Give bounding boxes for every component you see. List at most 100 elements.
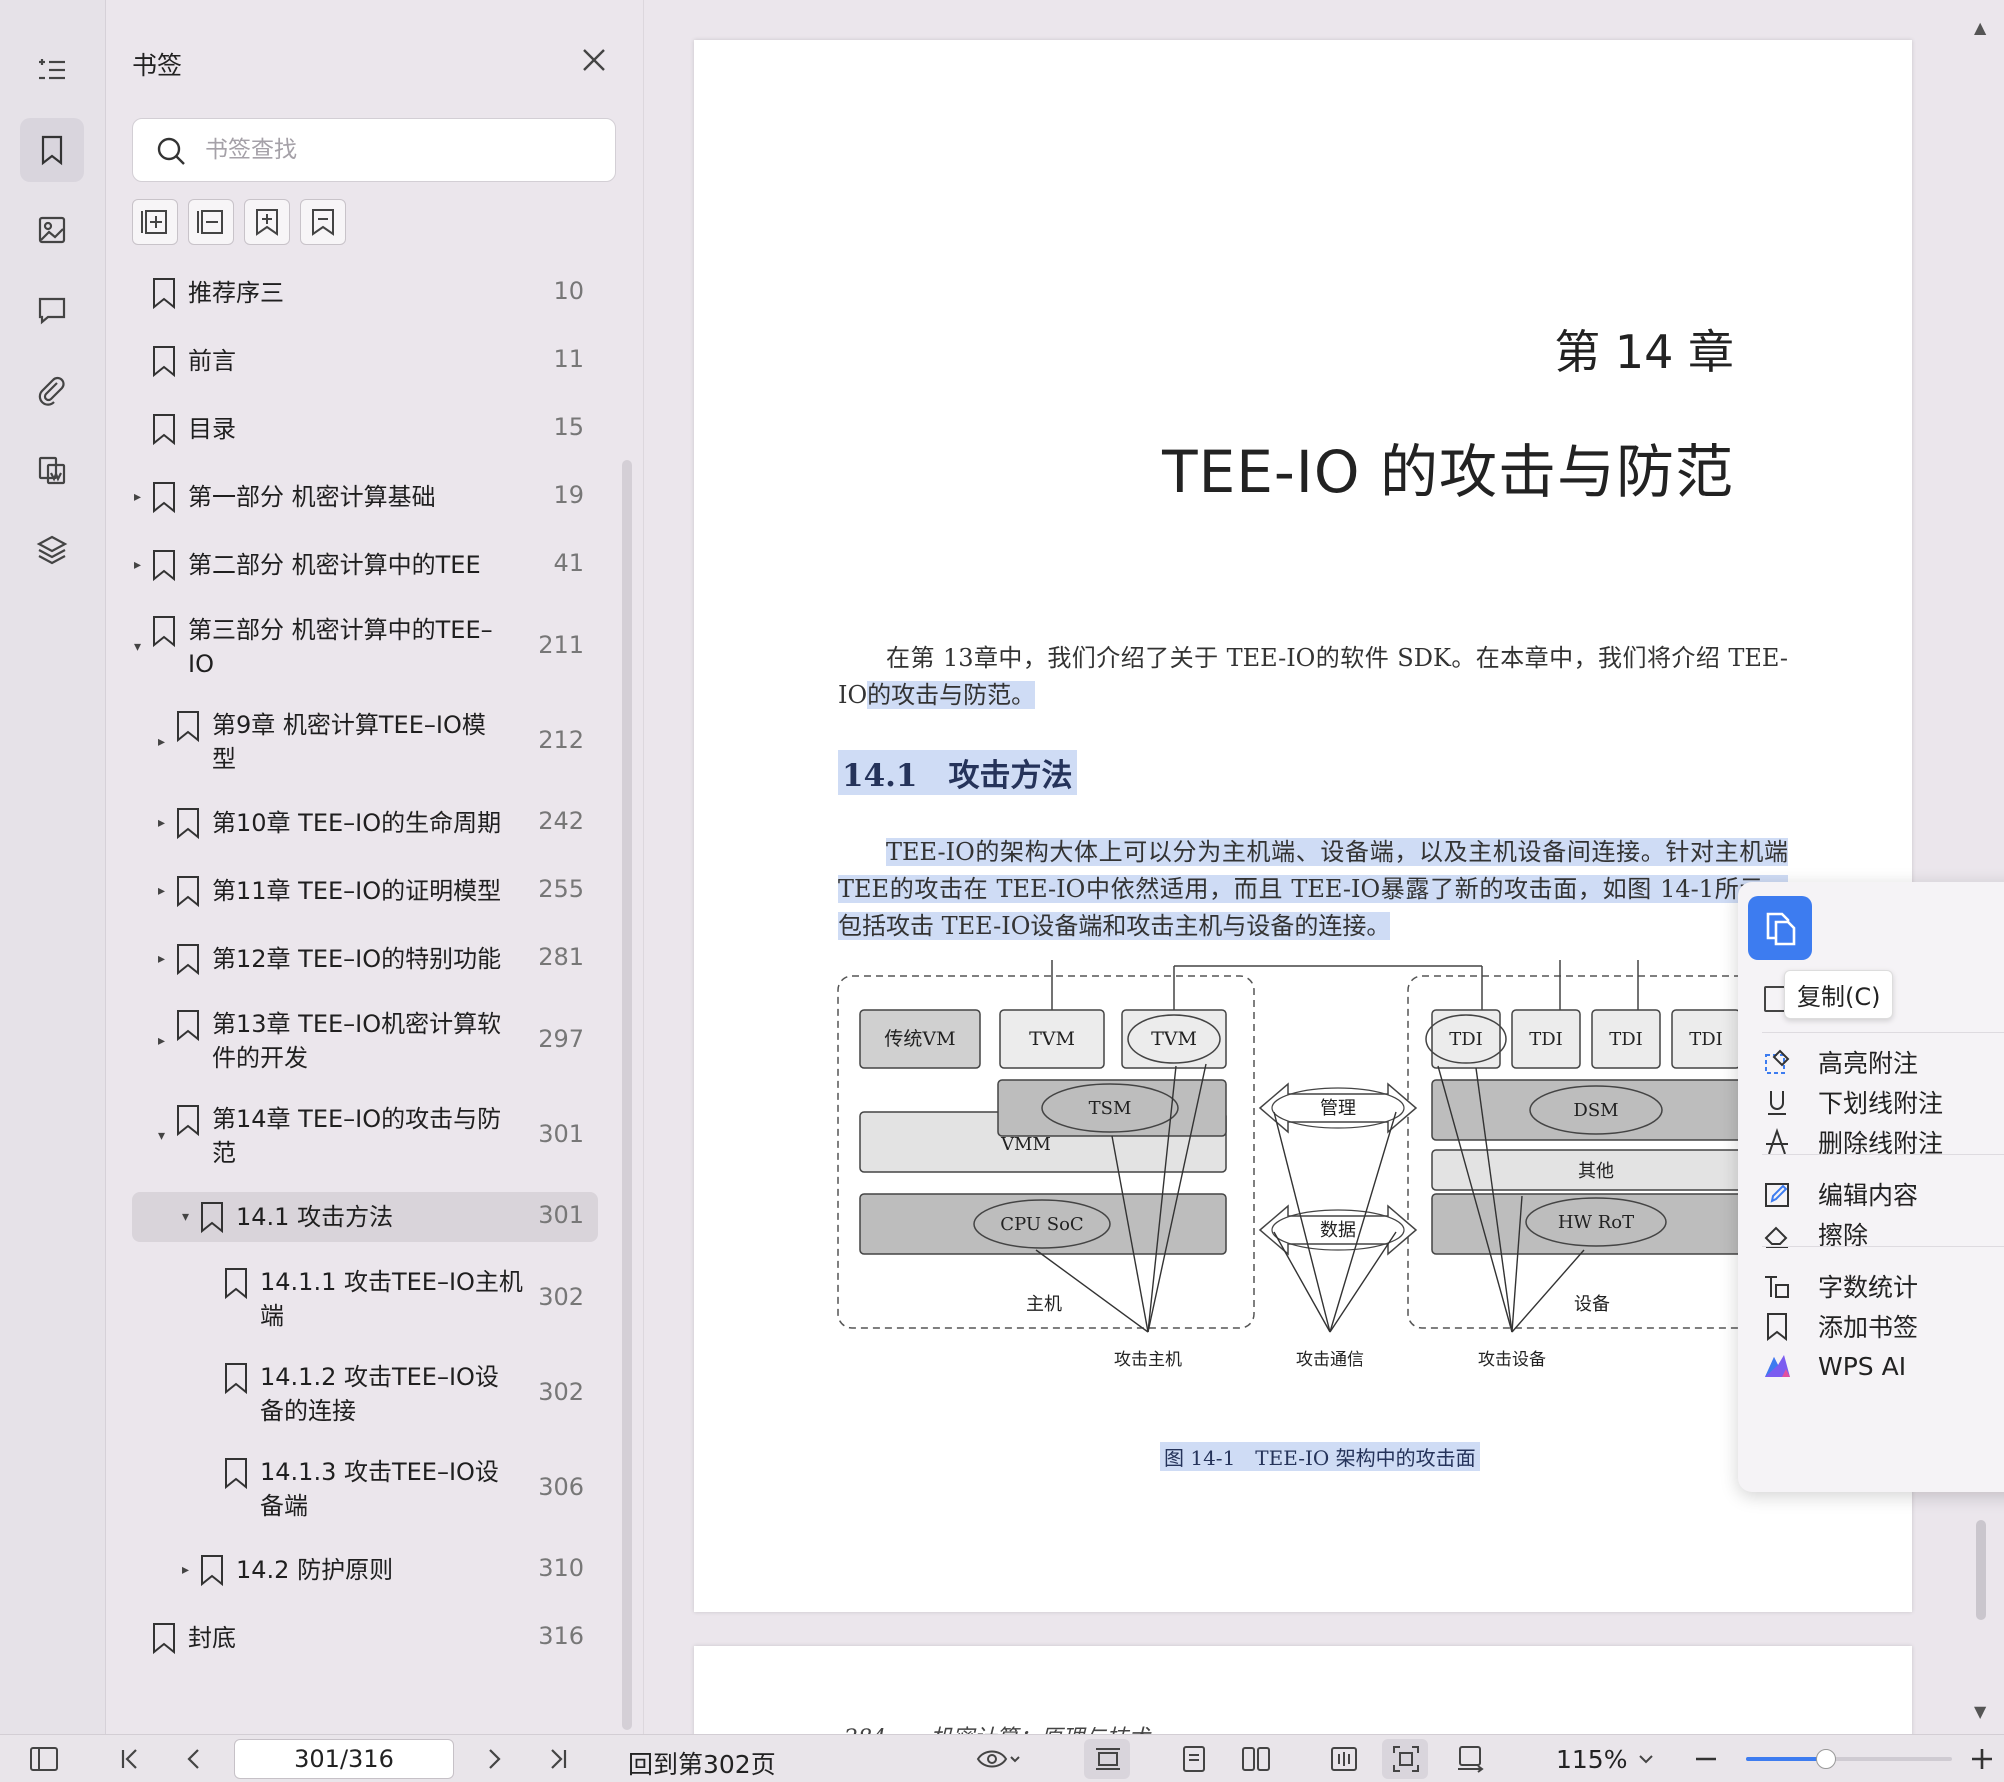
zoom-dropdown-icon[interactable]: [1636, 1743, 1656, 1775]
bookmark-item[interactable]: 14.1.1 攻击TEE–IO主机端 302: [132, 1260, 598, 1338]
copy-button[interactable]: [1748, 896, 1812, 960]
menu-item-strikethrough[interactable]: 删除线附注: [1762, 1120, 2004, 1164]
bookmark-label: 第10章 TEE–IO的生命周期: [212, 806, 501, 840]
bookmark-item[interactable]: ▸ 第13章 TEE–IO机密计算软 件的开发 297: [132, 1002, 598, 1080]
rotate-page-icon[interactable]: [1454, 1743, 1486, 1775]
delete-bookmark-button[interactable]: [300, 199, 346, 245]
architecture-figure: 传统VM TVM TVM VMM TSM CPU SoC 主机 管理 数据 TD…: [837, 960, 1836, 1370]
bookmark-icon: [201, 1202, 223, 1234]
zoom-in-icon[interactable]: [1966, 1743, 1998, 1775]
bookmark-item[interactable]: ▸ 第12章 TEE–IO的特别功能 281: [132, 934, 598, 984]
bookmark-label: 14.1 攻击方法: [236, 1200, 393, 1234]
bookmark-item[interactable]: 推荐序三 10: [132, 268, 598, 318]
next-page-icon[interactable]: [478, 1743, 510, 1775]
zoom-level[interactable]: 115%: [1556, 1745, 1627, 1774]
last-page-icon[interactable]: [542, 1743, 574, 1775]
bookmark-item[interactable]: ▸ 第11章 TEE–IO的证明模型 255: [132, 866, 598, 916]
sign-icon[interactable]: [20, 438, 84, 502]
bookmark-label-line: IO: [188, 650, 214, 678]
paragraph-1[interactable]: 在第 13章中，我们介绍了关于 TEE-IO的软件 SDK。在本章中，我们将介绍…: [838, 640, 1788, 714]
bookmark-icon: [153, 278, 175, 310]
panel-scrollbar[interactable]: [622, 460, 632, 1730]
bookmark-item[interactable]: ▸ 第10章 TEE–IO的生命周期 242: [132, 798, 598, 848]
attachment-icon[interactable]: [20, 358, 84, 422]
figure-caption[interactable]: 图 14-1 TEE-IO 架构中的攻击面: [1160, 1442, 1480, 1471]
expand-arrow-icon[interactable]: ▸: [158, 952, 172, 966]
add-bookmark-button[interactable]: [244, 199, 290, 245]
checkbox-icon[interactable]: [1764, 986, 1786, 1012]
expand-arrow-icon[interactable]: ▸: [158, 816, 172, 830]
search-input[interactable]: [205, 129, 595, 171]
comment-icon[interactable]: [20, 278, 84, 342]
bookmark-label-line: 第三部分 机密计算中的TEE–: [188, 616, 493, 644]
expand-arrow-icon[interactable]: ▸: [134, 558, 148, 572]
expand-all-button[interactable]: [132, 199, 178, 245]
outline-icon[interactable]: [20, 38, 84, 102]
expand-arrow-icon[interactable]: ▸: [158, 884, 172, 898]
bookmark-item[interactable]: ▾ 第三部分 机密计算中的TEE– IO 211: [132, 608, 598, 686]
bookmark-icon[interactable]: [20, 118, 84, 182]
zoom-slider-knob[interactable]: [1816, 1749, 1837, 1769]
menu-item-highlight[interactable]: 高亮附注: [1762, 1040, 2004, 1084]
bookmark-label: 14.1.1 攻击TEE–IO主机端: [260, 1265, 523, 1333]
expand-arrow-icon[interactable]: ▸: [158, 1034, 172, 1048]
bookmark-item[interactable]: 目录 15: [132, 404, 598, 454]
bookmark-label: 第一部分 机密计算基础: [188, 480, 436, 514]
collapse-arrow-icon[interactable]: ▾: [158, 1129, 172, 1143]
bookmark-item[interactable]: 封底 316: [132, 1613, 598, 1663]
menu-item-word-count[interactable]: 字数统计: [1762, 1264, 2004, 1308]
bookmark-item[interactable]: ▸ 第一部分 机密计算基础 19: [132, 472, 598, 522]
bookmark-label-line: 型: [212, 745, 236, 773]
dsm-label: DSM: [1573, 1100, 1618, 1121]
zoom-out-icon[interactable]: [1690, 1743, 1722, 1775]
collapse-arrow-icon[interactable]: ▾: [182, 1210, 196, 1224]
first-page-icon[interactable]: [114, 1743, 146, 1775]
menu-item-edit[interactable]: 编辑内容: [1762, 1172, 2004, 1216]
page-number-input[interactable]: [234, 1739, 454, 1779]
fit-width-icon[interactable]: [1092, 1743, 1124, 1775]
collapse-arrow-icon[interactable]: ▾: [134, 640, 148, 654]
bookmark-icon: [225, 1268, 247, 1300]
bookmark-item[interactable]: ▸ 第二部分 机密计算中的TEE 41: [132, 540, 598, 590]
menu-item-wps-ai[interactable]: WPS AI: [1762, 1344, 2004, 1388]
bookmark-item[interactable]: ▸ 14.2 防护原则 310: [132, 1545, 598, 1595]
fit-page-icon[interactable]: [1390, 1743, 1422, 1775]
bookmark-page-number: 212: [538, 726, 584, 754]
bookmark-item[interactable]: 14.1.3 攻击TEE–IO设 备端 306: [132, 1450, 598, 1528]
menu-item-eraser[interactable]: 擦除: [1762, 1212, 2004, 1256]
two-page-icon[interactable]: [1240, 1743, 1272, 1775]
bookmark-icon: [177, 1105, 199, 1137]
sidebar-toggle-icon[interactable]: [28, 1743, 60, 1775]
zoom-slider[interactable]: [1746, 1749, 1952, 1769]
bookmark-item[interactable]: ▾ 第14章 TEE–IO的攻击与防范 301: [132, 1097, 598, 1175]
layers-icon[interactable]: [20, 518, 84, 582]
scroll-down-icon[interactable]: ▼: [1974, 1702, 1986, 1721]
bookmark-icon: [153, 482, 175, 514]
bookmark-search[interactable]: [132, 118, 616, 182]
menu-item-bookmark-add[interactable]: 添加书签: [1762, 1304, 2004, 1348]
previous-page-icon[interactable]: [178, 1743, 210, 1775]
scroll-thumb[interactable]: [1976, 1520, 1986, 1620]
expand-arrow-icon[interactable]: ▸: [158, 735, 172, 749]
menu-item-underline[interactable]: 下划线附注: [1762, 1080, 2004, 1124]
eye-icon[interactable]: [976, 1743, 1020, 1775]
scroll-up-icon[interactable]: ▲: [1974, 18, 1986, 37]
bookmark-item[interactable]: ▾ 14.1 攻击方法 301: [132, 1192, 598, 1242]
bookmark-item[interactable]: ▸ 第9章 机密计算TEE–IO模型 212: [132, 703, 598, 781]
expand-arrow-icon[interactable]: ▸: [182, 1563, 196, 1577]
bookmark-page-number: 316: [538, 1622, 584, 1650]
bookmark-icon: [177, 944, 199, 976]
expand-arrow-icon[interactable]: ▸: [134, 490, 148, 504]
bookmark-item[interactable]: 前言 11: [132, 336, 598, 386]
close-icon[interactable]: [580, 46, 608, 74]
image-icon[interactable]: [20, 198, 84, 262]
single-page-icon[interactable]: [1178, 1743, 1210, 1775]
host-label: 主机: [1026, 1294, 1062, 1315]
paragraph-2[interactable]: TEE-IO的架构大体上可以分为主机端、设备端，以及主机设备间连接。针对主机端 …: [838, 834, 1788, 945]
bookmark-item[interactable]: 14.1.2 攻击TEE–IO设 备的连接 302: [132, 1355, 598, 1433]
goto-page-link[interactable]: 回到第302页: [628, 1745, 776, 1781]
status-bar: 回到第302页 115%: [0, 1734, 2004, 1782]
section-title[interactable]: 14.1 攻击方法: [838, 750, 1077, 795]
book-view-icon[interactable]: [1328, 1743, 1360, 1775]
collapse-all-button[interactable]: [188, 199, 234, 245]
